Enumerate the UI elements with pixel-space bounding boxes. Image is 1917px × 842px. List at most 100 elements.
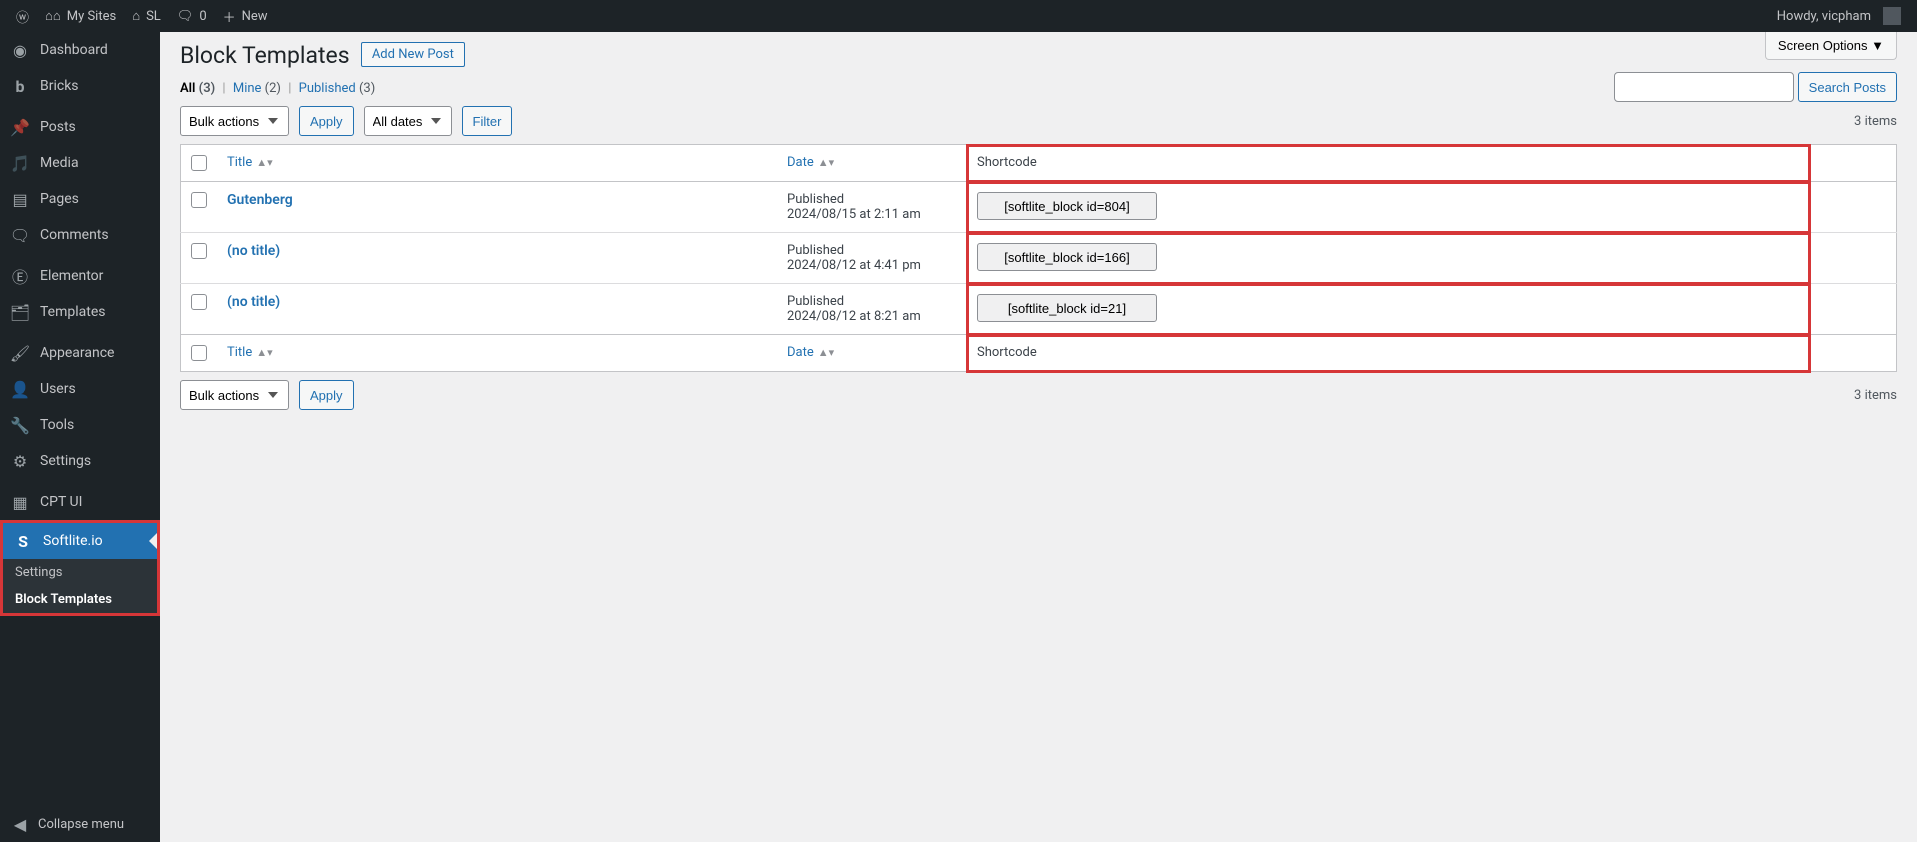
shortcode-field[interactable]	[977, 243, 1157, 271]
menu-users[interactable]: 👤Users	[0, 371, 160, 407]
row-checkbox[interactable]	[191, 192, 207, 208]
menu-bricks[interactable]: bBricks	[0, 68, 160, 104]
tools-icon: 🔧	[10, 415, 30, 435]
avatar	[1883, 7, 1901, 25]
menu-posts[interactable]: 📌Posts	[0, 109, 160, 145]
row-status: Published	[787, 243, 844, 258]
select-all-bottom[interactable]	[191, 345, 207, 361]
menu-settings[interactable]: ⚙Settings	[0, 443, 160, 479]
bulk-actions-select[interactable]: Bulk actions	[180, 106, 289, 136]
new-label: New	[242, 9, 268, 24]
account-link[interactable]: Howdy, vicpham	[1769, 0, 1909, 32]
bulk-actions-select-bottom[interactable]: Bulk actions	[180, 380, 289, 410]
table-row: (no title) Published2024/08/12 at 8:21 a…	[181, 284, 1897, 335]
home-icon: ⌂	[132, 8, 140, 24]
site-link[interactable]: ⌂ SL	[124, 0, 169, 32]
plus-icon: ＋	[223, 7, 236, 26]
search-input[interactable]	[1614, 72, 1794, 102]
comments-icon: 🗨	[10, 225, 30, 245]
select-all-top[interactable]	[191, 155, 207, 171]
settings-icon: ⚙	[10, 451, 30, 471]
menu-softlite[interactable]: SSoftlite.io	[3, 523, 157, 559]
sort-icon: ▲▾	[256, 346, 272, 359]
pages-icon: ▤	[10, 189, 30, 209]
table-row: Gutenberg Published2024/08/15 at 2:11 am	[181, 182, 1897, 233]
filter-all[interactable]: All	[180, 81, 195, 96]
posts-icon: 📌	[10, 117, 30, 137]
filter-published[interactable]: Published	[299, 81, 356, 96]
submenu-block-templates[interactable]: Block Templates	[3, 586, 157, 613]
users-icon: 👤	[10, 379, 30, 399]
multisite-icon: ⌂⌂	[45, 8, 61, 24]
search-posts-button[interactable]: Search Posts	[1798, 72, 1897, 102]
col-title[interactable]: Title▲▾	[227, 155, 273, 170]
add-new-button[interactable]: Add New Post	[361, 42, 465, 67]
col-date[interactable]: Date▲▾	[787, 155, 834, 170]
row-checkbox[interactable]	[191, 294, 207, 310]
apply-button-bottom[interactable]: Apply	[299, 380, 354, 410]
comments-link[interactable]: 🗨0	[169, 0, 215, 32]
row-checkbox[interactable]	[191, 243, 207, 259]
row-status: Published	[787, 192, 844, 207]
posts-table: Title▲▾ Date▲▾ Shortcode Gutenberg Publi…	[180, 144, 1897, 372]
col-title-bottom[interactable]: Title▲▾	[227, 345, 273, 360]
row-title-link[interactable]: (no title)	[227, 294, 280, 310]
softlite-highlight: SSoftlite.io Settings Block Templates	[0, 520, 160, 616]
menu-pages[interactable]: ▤Pages	[0, 181, 160, 217]
howdy-text: Howdy, vicpham	[1777, 9, 1871, 24]
sort-icon: ▲▾	[818, 346, 834, 359]
menu-elementor[interactable]: ⒺElementor	[0, 258, 160, 294]
row-date: 2024/08/12 at 8:21 am	[787, 309, 921, 324]
softlite-icon: S	[13, 531, 33, 551]
templates-icon: 🗂	[10, 302, 30, 322]
appearance-icon: 🖌	[10, 343, 30, 363]
site-name: SL	[146, 9, 161, 24]
elementor-icon: Ⓔ	[10, 266, 30, 286]
menu-tools[interactable]: 🔧Tools	[0, 407, 160, 443]
row-status: Published	[787, 294, 844, 309]
filter-button[interactable]: Filter	[462, 106, 513, 136]
page-title: Block Templates	[180, 42, 350, 69]
filter-mine[interactable]: Mine	[233, 81, 262, 96]
shortcode-field[interactable]	[977, 192, 1157, 220]
sort-icon: ▲▾	[818, 156, 834, 169]
sort-icon: ▲▾	[256, 156, 272, 169]
submenu-settings[interactable]: Settings	[3, 559, 157, 586]
menu-dashboard[interactable]: ◉Dashboard	[0, 32, 160, 68]
admin-sidebar: ◉Dashboard bBricks 📌Posts 🎵Media ▤Pages …	[0, 32, 160, 842]
wordpress-icon: ⓦ	[16, 7, 29, 26]
my-sites-label: My Sites	[67, 9, 116, 24]
menu-templates[interactable]: 🗂Templates	[0, 294, 160, 330]
items-count-top: 3 items	[1854, 114, 1897, 129]
comments-count: 0	[199, 9, 206, 24]
admin-topbar: ⓦ ⌂⌂My Sites ⌂SL 🗨0 ＋New Howdy, vicpham	[0, 0, 1917, 32]
menu-media[interactable]: 🎵Media	[0, 145, 160, 181]
cptui-icon: ▦	[10, 492, 30, 512]
date-filter-select[interactable]: All dates	[364, 106, 452, 136]
screen-options-button[interactable]: Screen Options ▼	[1765, 32, 1897, 60]
my-sites-link[interactable]: ⌂⌂ My Sites	[37, 0, 124, 32]
col-date-bottom[interactable]: Date▲▾	[787, 345, 834, 360]
collapse-icon: ◀	[10, 814, 30, 834]
menu-cptui[interactable]: ▦CPT UI	[0, 484, 160, 520]
new-link[interactable]: ＋ New	[215, 0, 276, 32]
apply-button-top[interactable]: Apply	[299, 106, 354, 136]
wp-logo[interactable]: ⓦ	[8, 0, 37, 32]
col-shortcode-bottom: Shortcode	[977, 345, 1037, 360]
col-shortcode: Shortcode	[977, 155, 1037, 170]
dashboard-icon: ◉	[10, 40, 30, 60]
menu-appearance[interactable]: 🖌Appearance	[0, 335, 160, 371]
bricks-icon: b	[10, 76, 30, 96]
shortcode-field[interactable]	[977, 294, 1157, 322]
comment-icon: 🗨	[177, 9, 194, 24]
menu-comments[interactable]: 🗨Comments	[0, 217, 160, 253]
items-count-bottom: 3 items	[1854, 388, 1897, 403]
media-icon: 🎵	[10, 153, 30, 173]
row-date: 2024/08/12 at 4:41 pm	[787, 258, 921, 273]
row-title-link[interactable]: Gutenberg	[227, 192, 293, 208]
row-title-link[interactable]: (no title)	[227, 243, 280, 259]
row-date: 2024/08/15 at 2:11 am	[787, 207, 921, 222]
collapse-menu[interactable]: ◀Collapse menu	[0, 806, 160, 842]
table-row: (no title) Published2024/08/12 at 4:41 p…	[181, 233, 1897, 284]
main-content: Screen Options ▼ Block Templates Add New…	[160, 32, 1917, 842]
